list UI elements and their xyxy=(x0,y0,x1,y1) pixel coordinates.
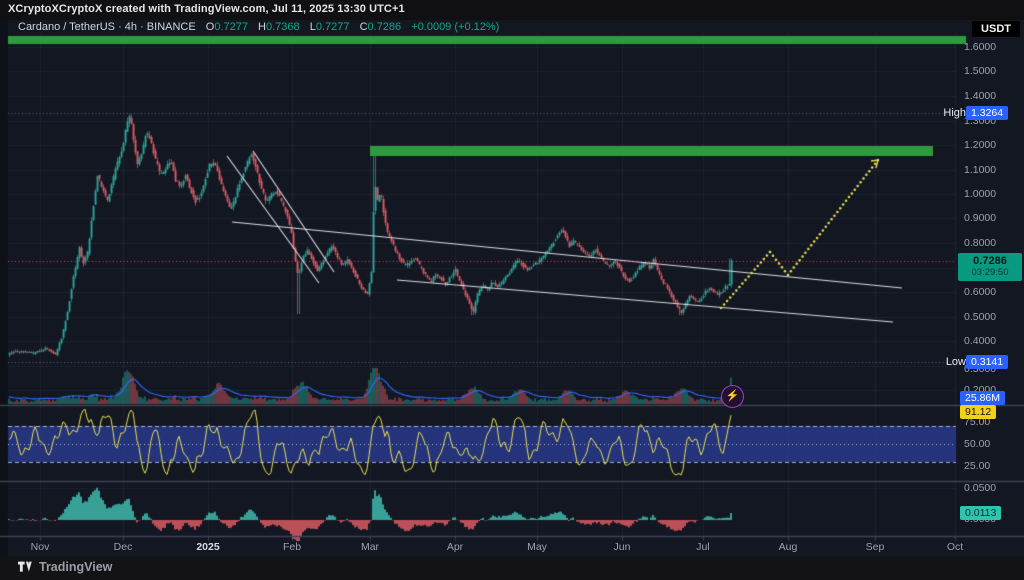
tradingview-logo-text: TradingView xyxy=(39,560,112,574)
rsi-value-badge: 91.12 xyxy=(960,405,996,419)
price-axis[interactable]: 1.60001.50001.40001.30001.20001.10001.00… xyxy=(958,33,1024,536)
time-axis-month-label: 2025 xyxy=(196,541,219,553)
footer-bar: TradingView xyxy=(0,556,1024,580)
price-axis-label: 1.4000 xyxy=(964,90,996,102)
price-axis-label: 1.2000 xyxy=(964,139,996,151)
time-axis-month-label: Jun xyxy=(614,541,631,553)
time-axis-month-label: Feb xyxy=(283,541,301,553)
low-label: Low xyxy=(946,356,966,368)
attribution-text: XCryptoXCryptoX created with TradingView… xyxy=(8,3,405,15)
time-axis-month-label: Aug xyxy=(779,541,798,553)
tradingview-logo-icon xyxy=(18,561,33,574)
rsi-axis-label: 25.00 xyxy=(964,460,990,472)
time-axis-month-label: May xyxy=(527,541,547,553)
attribution-bar: XCryptoXCryptoX created with TradingView… xyxy=(0,0,1024,20)
symbol-info-row[interactable]: Cardano / TetherUS · 4h · BINANCE O0.727… xyxy=(18,21,499,34)
last-price-value: 0.7286 xyxy=(958,255,1022,267)
hist-axis-label: 0.0500 xyxy=(964,482,996,494)
tradingview-logo-link[interactable]: TradingView xyxy=(18,560,112,574)
volume-value-badge: 25.86M xyxy=(960,391,1005,405)
tradingview-chart-window: XCryptoXCryptoX created with TradingView… xyxy=(0,0,1024,580)
time-axis-month-label: Nov xyxy=(31,541,50,553)
price-axis-label: 0.9000 xyxy=(964,212,996,224)
ohlc-open-value: 0.7277 xyxy=(214,21,248,33)
ohlc-high-key: H xyxy=(258,21,266,33)
lightning-icon: ⚡ xyxy=(726,391,740,402)
price-axis-label: 1.1000 xyxy=(964,164,996,176)
time-axis-month-label: Dec xyxy=(114,541,133,553)
ohlc-high-value: 0.7368 xyxy=(266,21,300,33)
chart-plot-area[interactable] xyxy=(0,0,1024,580)
symbol-title[interactable]: Cardano / TetherUS · 4h · BINANCE xyxy=(18,21,196,33)
price-axis-label: 1.0000 xyxy=(964,188,996,200)
hist-value-badge: 0.0113 xyxy=(960,506,1001,520)
high-value-badge: 1.3264 xyxy=(966,106,1008,120)
rsi-axis-label: 50.00 xyxy=(964,438,990,450)
price-axis-label: 0.8000 xyxy=(964,237,996,249)
ohlc-close-value: 0.7286 xyxy=(368,21,402,33)
price-axis-label: 1.6000 xyxy=(964,41,996,53)
price-axis-label: 0.5000 xyxy=(964,311,996,323)
ohlc-close-key: C xyxy=(360,21,368,33)
candle-countdown: 03:29:50 xyxy=(958,267,1022,278)
time-axis-month-label: Sep xyxy=(866,541,885,553)
currency-toggle-button[interactable]: USDT xyxy=(972,21,1020,37)
volume-flash-marker[interactable]: ⚡ xyxy=(721,385,744,408)
high-label: High xyxy=(943,107,966,119)
time-axis-month-label: Mar xyxy=(361,541,379,553)
time-axis-month-label: Apr xyxy=(447,541,463,553)
last-price-badge: 0.7286 03:29:50 xyxy=(958,253,1022,281)
price-axis-label: 0.4000 xyxy=(964,335,996,347)
time-axis[interactable]: Nov Dec 2025 Feb Mar Apr May Jun Jul Aug Sep Oct xyxy=(0,537,1024,556)
change-value: +0.0009 (+0.12%) xyxy=(411,21,499,33)
price-axis-label: 0.6000 xyxy=(964,286,996,298)
time-axis-month-label: Jul xyxy=(696,541,709,553)
low-value-badge: 0.3141 xyxy=(966,355,1008,369)
price-axis-label: 1.5000 xyxy=(964,65,996,77)
ohlc-low-value: 0.7277 xyxy=(316,21,350,33)
time-axis-month-label: Oct xyxy=(947,541,963,553)
